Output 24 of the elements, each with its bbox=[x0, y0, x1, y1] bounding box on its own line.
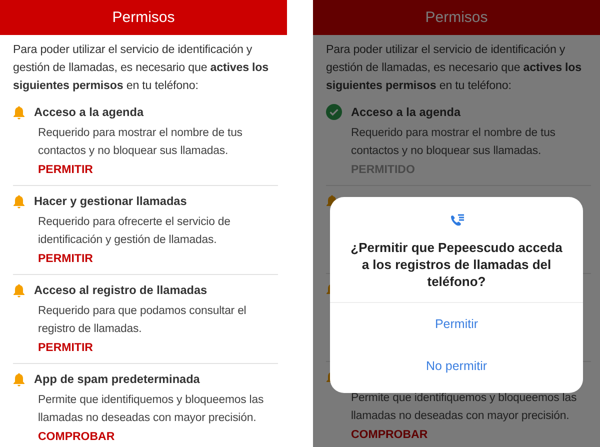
permission-description: Requerido para mostrar el nombre de tus contactos y no bloquear sus llamadas. bbox=[351, 126, 556, 159]
dialog-button[interactable]: Permitir bbox=[418, 307, 494, 341]
permission-title: Acceso a la agenda bbox=[351, 105, 461, 119]
dialog-title: ¿Permitir que Pepeescudo acceda a los registros de llamadas del teléfono? bbox=[350, 239, 564, 290]
permission-action-link[interactable]: PERMITIR bbox=[38, 339, 93, 357]
permission-action-link[interactable]: COMPROBAR bbox=[351, 426, 428, 444]
permission-description: Permite que identifiquemos y bloqueemos las llamadas no deseadas con mayor precisión. bbox=[38, 393, 265, 426]
dialog-button[interactable]: No permitir bbox=[410, 349, 504, 383]
header-title: Permisos bbox=[425, 9, 488, 26]
intro-text: Para poder utilizar el servicio de identificación y gestión de llamadas, es necesario que actives los siguientes permisos en tu teléfono: bbox=[13, 42, 270, 94]
permission-description: Requerido para mostrar el nombre de tus contactos y no bloquear sus llamadas. bbox=[38, 126, 244, 159]
permission-title: Acceso al registro de llamadas bbox=[34, 283, 208, 297]
permission-description: Permite que identifiquemos y bloqueemos las llamadas no deseadas con mayor precisión. bbox=[351, 391, 578, 424]
permission-action-link[interactable]: COMPROBAR bbox=[38, 428, 115, 446]
permission-action-link[interactable]: PERMITIR bbox=[38, 250, 93, 268]
header-title: Permisos bbox=[112, 9, 175, 26]
permission-action-link[interactable]: PERMITIR bbox=[38, 161, 93, 179]
permission-title: Hacer y gestionar llamadas bbox=[34, 194, 187, 208]
permission-description: Requerido para que podamos consultar el registro de llamadas. bbox=[38, 304, 248, 337]
permission-description: Requerido para ofrecerte el servicio de identificación y gestión de llamadas. bbox=[38, 215, 232, 248]
checkmark-icon bbox=[326, 104, 342, 120]
permission-title: Acceso a la agenda bbox=[34, 105, 144, 119]
permission-title: App de spam predeterminada bbox=[34, 372, 200, 386]
intro-text: Para poder utilizar el servicio de identificación y gestión de llamadas, es necesario que actives los siguientes permisos en tu teléfono: bbox=[326, 42, 582, 94]
